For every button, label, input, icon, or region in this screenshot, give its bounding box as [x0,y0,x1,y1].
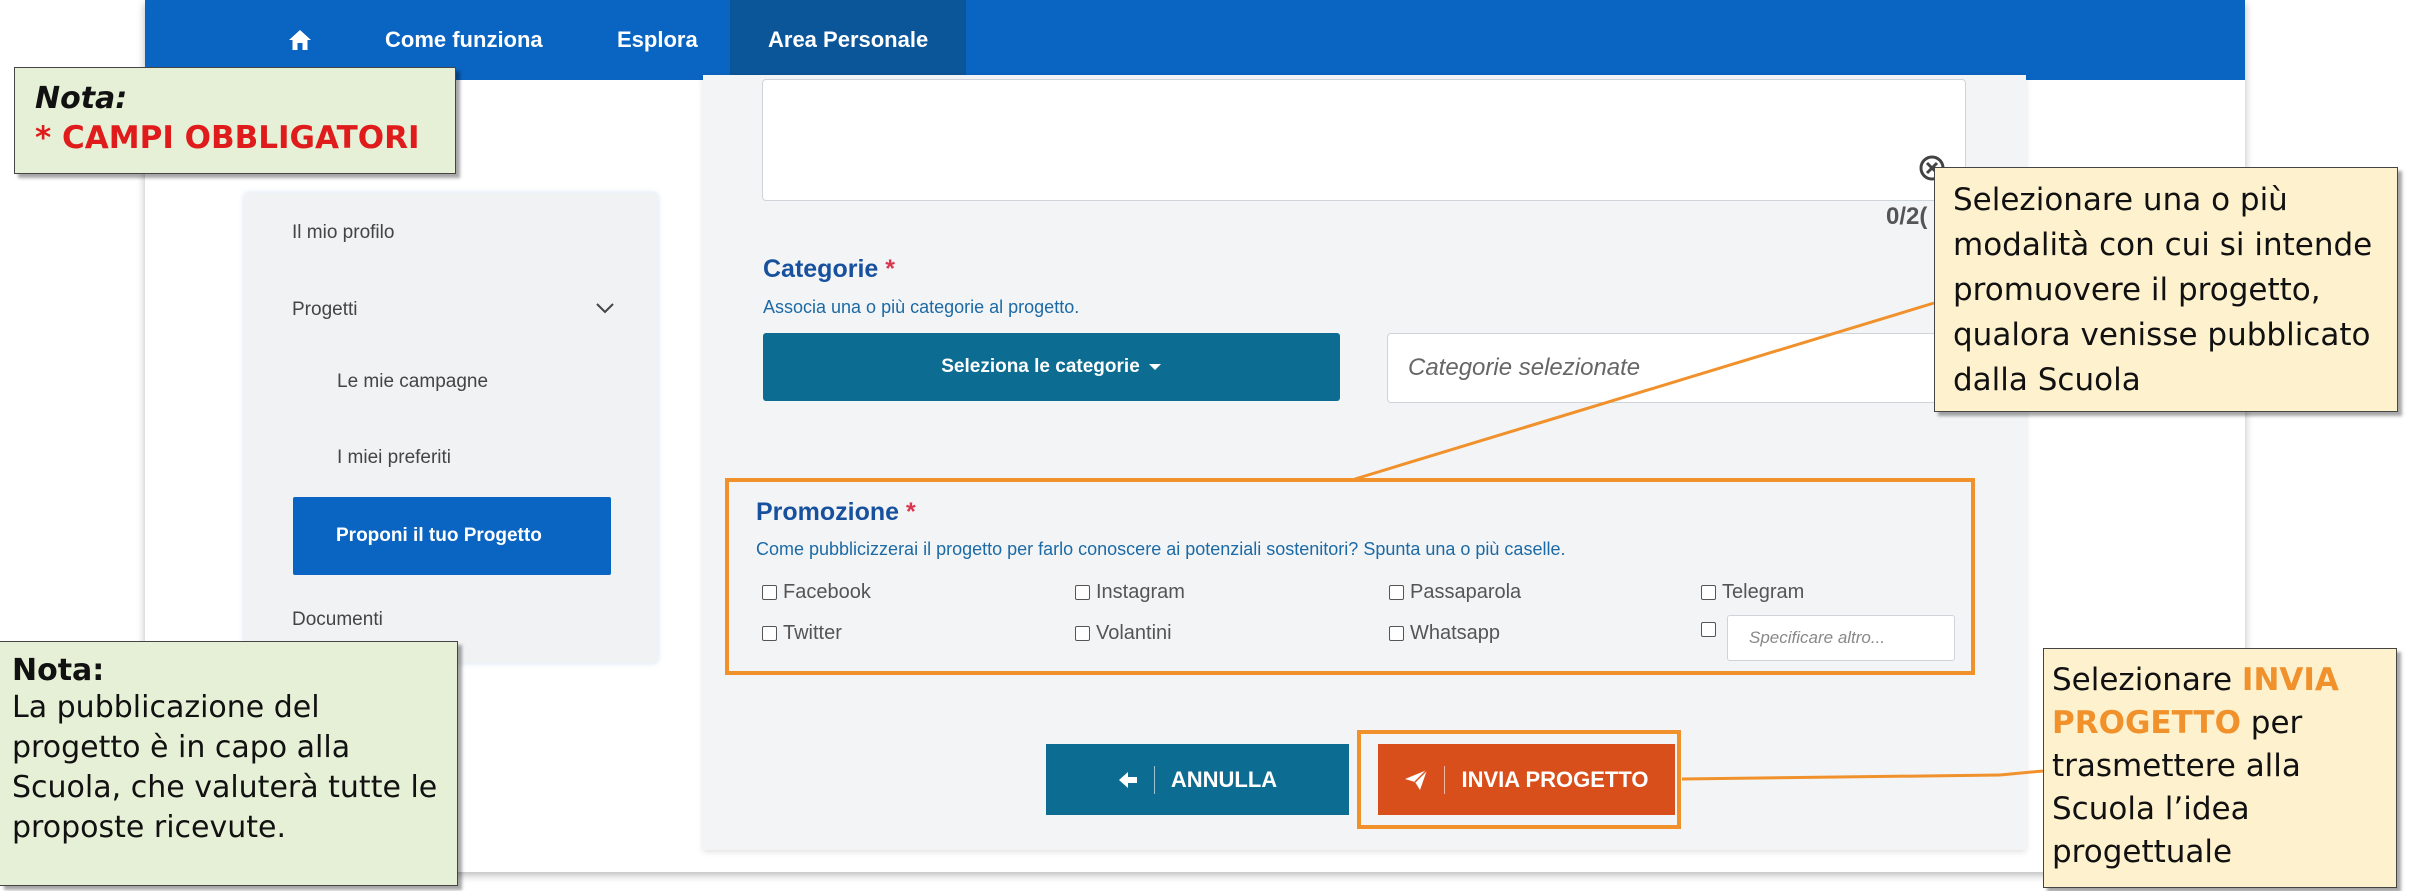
checkbox-label: Volantini [1096,622,1172,644]
nota-pubblicazione: Nota: La pubblicazione del progetto è in… [0,641,458,886]
checkbox-whatsapp[interactable]: Whatsapp [1389,622,1500,645]
promozione-title-text: Promozione [756,498,900,526]
project-form-card: 0/2( Categorie * Associa una o più categ… [703,75,2026,850]
checkbox-box[interactable] [1389,585,1404,600]
checkbox-box[interactable] [1701,622,1716,637]
select-categories-button[interactable]: Seleziona le categorie [763,333,1340,401]
required-mark: * [885,255,895,283]
checkbox-passaparola[interactable]: Passaparola [1389,581,1521,604]
annulla-label: ANNULLA [1170,766,1278,792]
checkbox-box[interactable] [1075,585,1090,600]
checkbox-box[interactable] [1389,626,1404,641]
checkbox-label: Passaparola [1410,581,1522,603]
checkbox-facebook[interactable]: Facebook [762,581,871,604]
checkbox-label: Whatsapp [1410,622,1501,644]
checkbox-box[interactable] [1075,626,1090,641]
checkbox-label: Instagram [1096,581,1185,603]
checkbox-label: Facebook [783,581,871,603]
checkbox-volantini[interactable]: Volantini [1075,622,1172,645]
required-mark: * [906,498,916,526]
separator [1153,765,1155,794]
checkbox-label: Telegram [1722,581,1805,603]
checkbox-instagram[interactable]: Instagram [1075,581,1185,604]
categorie-title-text: Categorie [763,255,879,283]
callout-promozione: Selezionare una o più modalità con cui s… [1934,167,2398,412]
nota-title: Nota: [12,653,105,688]
arrow-left-icon [1118,771,1137,788]
nav-esplora[interactable]: Esplora [617,0,698,80]
nota-title: Nota: [35,81,128,116]
nota-body: La pubblicazione del progetto è in capo … [12,690,438,845]
home-icon[interactable] [280,20,320,60]
sidebar-item-profilo[interactable]: Il mio profilo [292,222,394,244]
select-categories-label: Seleziona le categorie [941,356,1140,377]
checkbox-altro[interactable] [1701,622,1716,637]
altro-input[interactable]: Specificare altro... [1727,615,1955,661]
sidebar-item-documenti[interactable]: Documenti [292,609,383,631]
top-navbar: Come funziona Esplora Area Personale [145,0,2245,80]
sidebar-item-campagne[interactable]: Le mie campagne [337,371,488,393]
sidebar-item-proponi[interactable]: Proponi il tuo Progetto [293,497,611,575]
description-textarea[interactable] [762,79,1966,201]
callout-invia-prefix: Selezionare [2052,662,2242,698]
sidebar-item-preferiti[interactable]: I miei preferiti [337,447,451,469]
char-counter: 0/2( [1886,203,1928,230]
categorie-hint: Associa una o più categorie al progetto. [763,297,1080,317]
caret-down-icon [1148,364,1161,370]
selected-categories-field[interactable]: Categorie selezionate [1387,333,1987,403]
invia-label: INVIA PROGETTO [1461,766,1649,792]
checkbox-label: Twitter [783,622,842,644]
promozione-hint: Come pubblicizzerai il progetto per farl… [756,539,1566,559]
send-icon [1405,768,1429,790]
promozione-title: Promozione * [756,498,916,527]
checkbox-box[interactable] [762,585,777,600]
checkbox-telegram[interactable]: Telegram [1701,581,1804,604]
checkbox-box[interactable] [762,626,777,641]
sidebar-menu: Il mio profilo Progetti Le mie campagne … [244,193,658,663]
checkbox-box[interactable] [1701,585,1716,600]
annulla-button[interactable]: ANNULLA [1046,744,1349,815]
separator [1444,765,1446,794]
checkbox-twitter[interactable]: Twitter [762,622,842,645]
nav-area-personale[interactable]: Area Personale [730,0,967,80]
callout-invia: Selezionare INVIA PROGETTO per trasmette… [2043,648,2397,888]
nota-campi-obbligatori: Nota: * CAMPI OBBLIGATORI [14,67,456,174]
chevron-down-icon[interactable] [595,301,615,320]
nota-body: * CAMPI OBBLIGATORI [35,120,420,156]
sidebar-item-progetti[interactable]: Progetti [292,299,357,321]
categorie-title: Categorie * [763,255,895,284]
invia-progetto-button[interactable]: INVIA PROGETTO [1378,744,1675,815]
